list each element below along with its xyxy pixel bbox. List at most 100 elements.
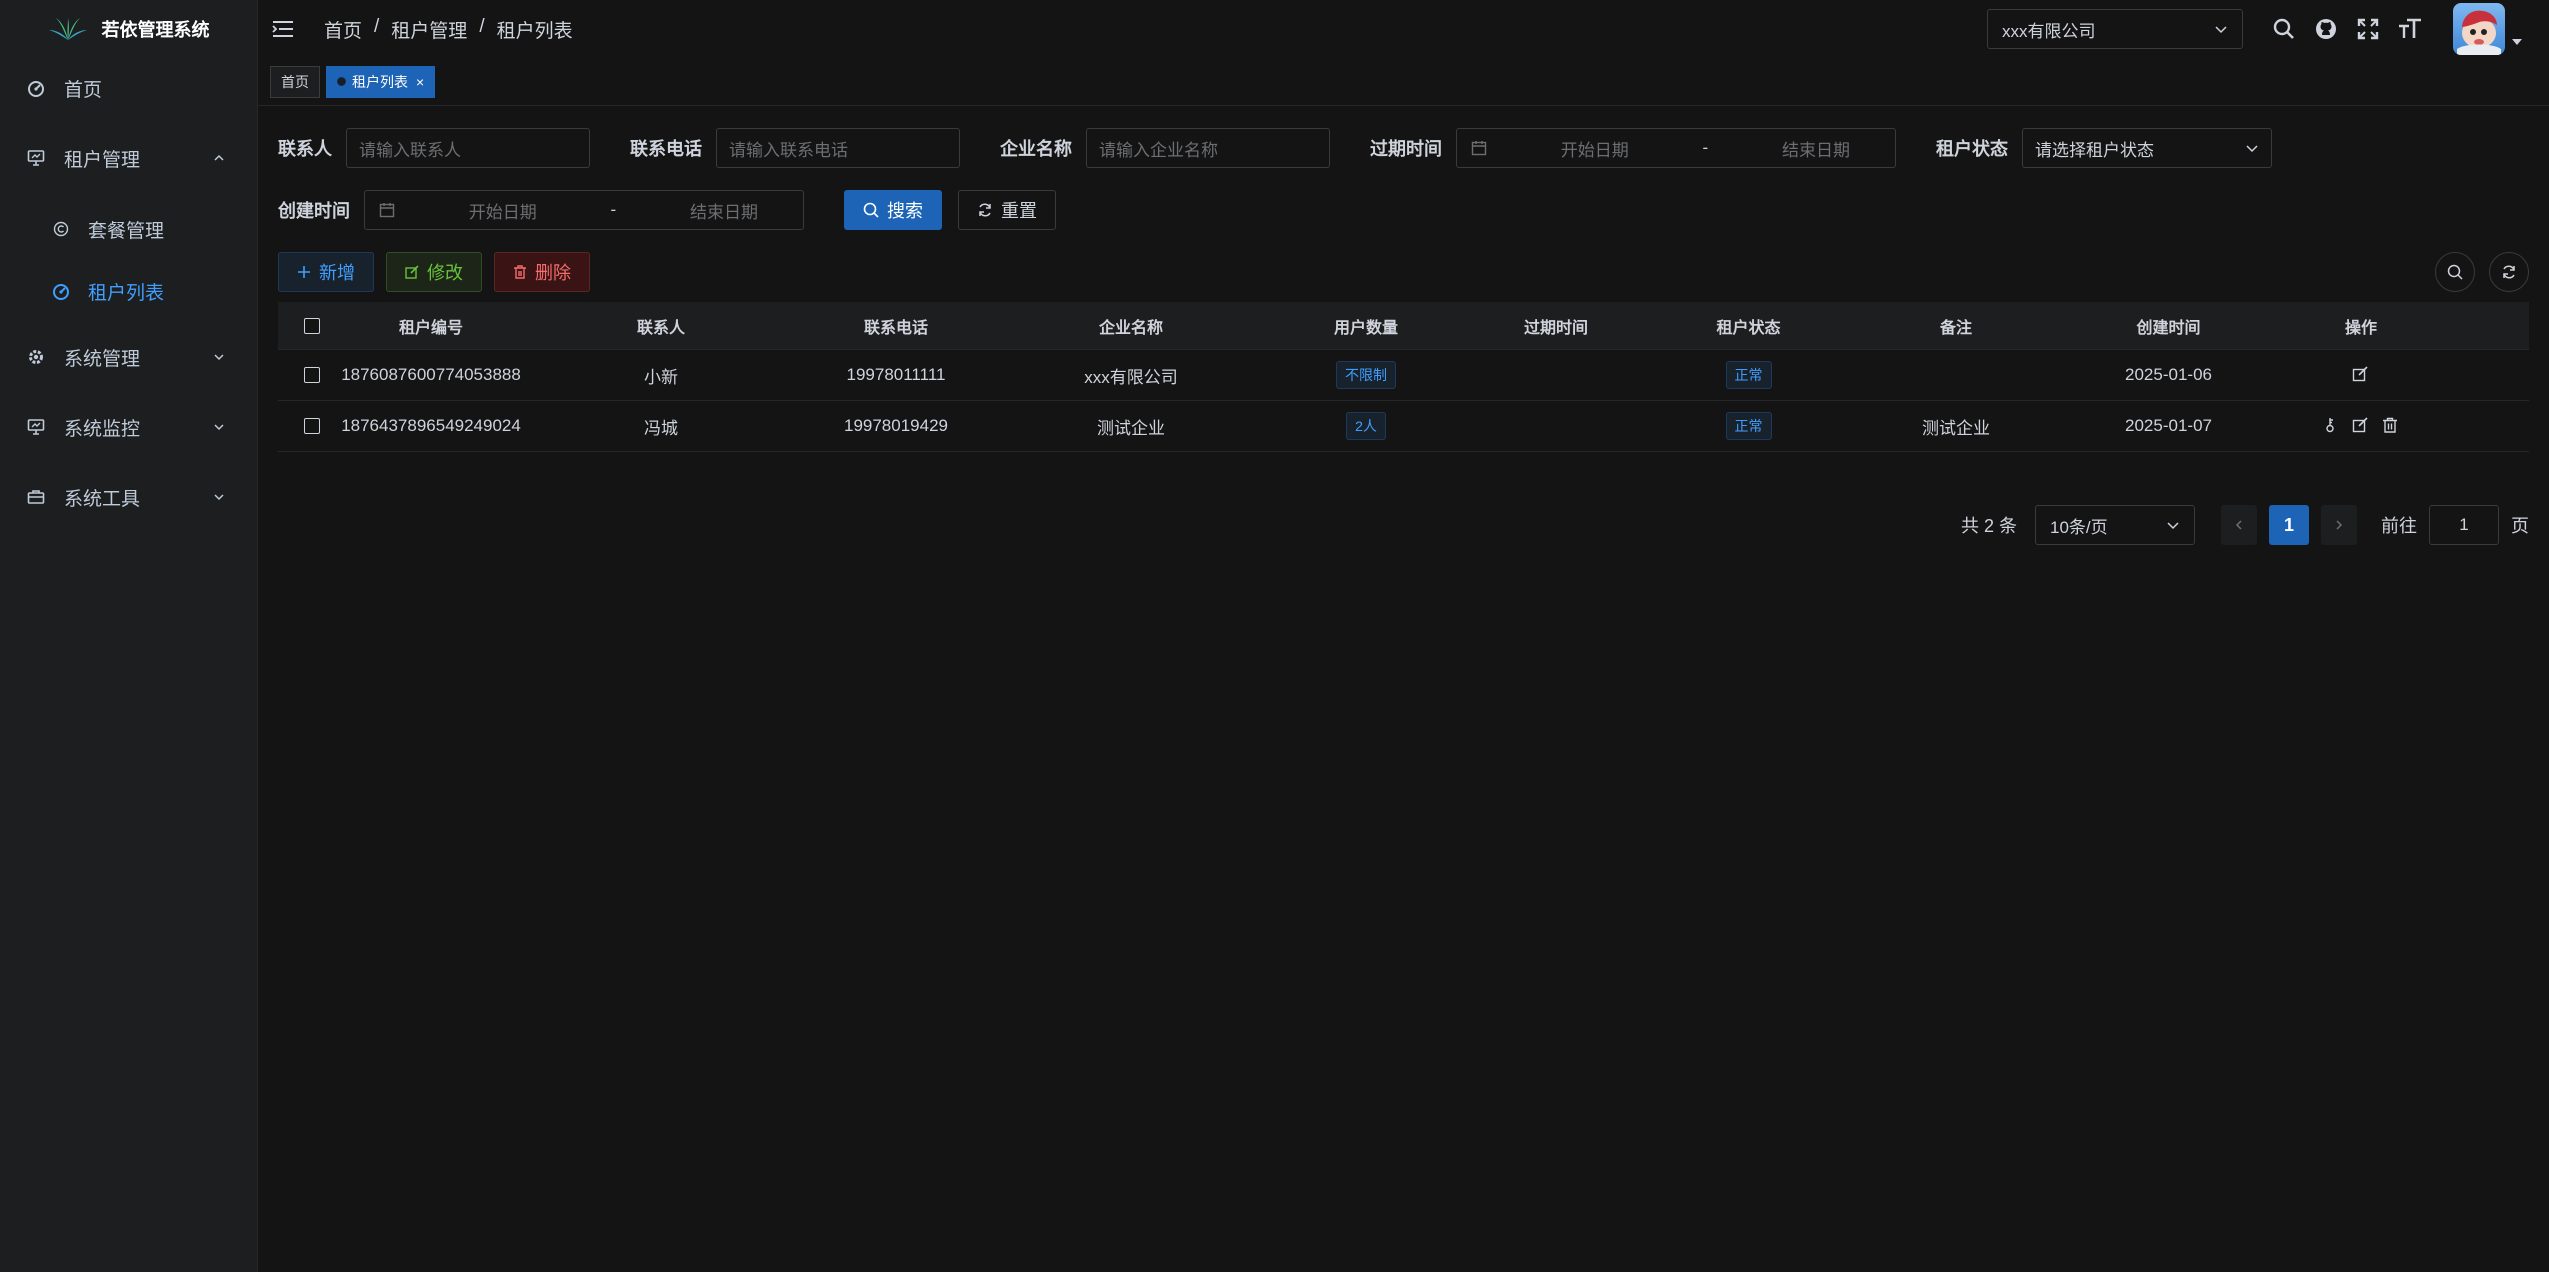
sidebar-item-label: 套餐管理 (88, 220, 165, 242)
table-row[interactable]: 1876087600774053888 小新 19978011111 xxx有限… (278, 350, 2529, 401)
edit-icon[interactable] (2352, 366, 2370, 384)
select-all-checkbox[interactable] (304, 317, 320, 334)
sidebar: 若依管理系统 首页 租户管理 套餐管理 租户列表 系统管理 系统监控 系统工具 (0, 0, 258, 1272)
prev-page-button[interactable] (2221, 505, 2257, 545)
tag-label: 首页 (281, 73, 309, 90)
range-separator: - (610, 200, 617, 219)
expire-cell (1456, 350, 1656, 400)
row-checkbox[interactable] (304, 418, 320, 434)
main-content: 联系人 请输入联系人 联系电话 请输入联系电话 企业名称 请输入企业名称 过期时… (258, 106, 2549, 1272)
key-icon[interactable] (2322, 417, 2340, 435)
reset-button[interactable]: 重置 (958, 190, 1056, 230)
contact-cell: 小新 (644, 367, 678, 387)
chevron-down-icon (214, 424, 224, 431)
column-header: 过期时间 (1523, 319, 1588, 337)
gear-icon (26, 347, 46, 367)
search-button[interactable]: 搜索 (844, 190, 942, 230)
github-icon[interactable] (2313, 16, 2339, 42)
expire-start-placeholder: 开始日期 (1560, 140, 1629, 160)
toolbar: 新增 修改 删除 (278, 252, 590, 292)
hamburger-icon[interactable] (272, 20, 294, 38)
trash-icon[interactable] (2382, 417, 2400, 435)
tenant-select[interactable]: xxx有限公司 (1987, 9, 2243, 49)
avatar-image (2457, 10, 2501, 55)
contact-input[interactable]: 请输入联系人 (346, 128, 590, 168)
column-header: 操作 (2344, 319, 2377, 337)
delete-button-label: 删除 (535, 263, 571, 283)
tag-home[interactable]: 首页 (270, 65, 320, 98)
sidebar-item-packages[interactable]: 套餐管理 (0, 198, 257, 260)
search-form-row-1: 联系人 请输入联系人 联系电话 请输入联系电话 企业名称 请输入企业名称 过期时… (278, 128, 2272, 168)
expire-end-placeholder: 结束日期 (1781, 140, 1850, 160)
logo[interactable]: 若依管理系统 (0, 0, 257, 58)
expire-date-range[interactable]: 开始日期 - 结束日期 (1456, 128, 1896, 168)
sidebar-item-tenant-list[interactable]: 租户列表 (0, 260, 257, 322)
range-separator: - (1702, 138, 1709, 157)
users-cell: 2人 (1276, 401, 1456, 451)
sidebar-item-system[interactable]: 系统管理 (0, 322, 257, 392)
table-header: 租户编号 联系人 联系电话 企业名称 用户数量 过期时间 租户状态 备注 创建时… (278, 302, 2529, 350)
refresh-icon (979, 203, 991, 217)
breadcrumb: 首页 / 租户管理 / 租户列表 (324, 16, 573, 43)
expire-label: 过期时间 (1370, 139, 1442, 159)
company-cell: xxx有限公司 (1084, 367, 1178, 387)
tenant-id-cell: 1876087600774053888 (341, 365, 521, 384)
created-end-placeholder: 结束日期 (689, 202, 758, 222)
company-input-placeholder: 请输入企业名称 (1099, 140, 1218, 160)
search-icon (863, 202, 879, 218)
tenant-id-cell: 1876437896549249024 (341, 416, 521, 435)
breadcrumb-item[interactable]: 租户管理 (391, 16, 467, 43)
toggle-search-button[interactable] (2435, 252, 2475, 292)
table-row[interactable]: 1876437896549249024 冯城 19978019429 测试企业 … (278, 401, 2529, 452)
goto-page-input[interactable]: 1 (2429, 505, 2499, 545)
status-select-placeholder: 请选择租户状态 (2035, 140, 2154, 160)
chevron-down-icon (2215, 26, 2227, 34)
chevron-down-icon (214, 494, 224, 501)
users-badge: 2人 (1346, 412, 1386, 440)
company-cell: 测试企业 (1097, 418, 1165, 438)
sidebar-item-tenant[interactable]: 租户管理 (0, 118, 257, 198)
column-header: 创建时间 (2136, 319, 2201, 337)
sidebar-item-tools[interactable]: 系统工具 (0, 462, 257, 532)
avatar[interactable] (2453, 3, 2505, 55)
sidebar-item-monitor[interactable]: 系统监控 (0, 392, 257, 462)
edit-icon[interactable] (2352, 417, 2370, 435)
status-badge: 正常 (1725, 361, 1772, 389)
refresh-button[interactable] (2489, 252, 2529, 292)
sidebar-item-label: 租户管理 (64, 149, 141, 171)
breadcrumb-separator: / (374, 15, 380, 37)
company-input[interactable]: 请输入企业名称 (1086, 128, 1330, 168)
row-checkbox[interactable] (304, 367, 320, 383)
sidebar-item-label: 系统工具 (64, 488, 141, 510)
remark-cell: 测试企业 (1922, 418, 1990, 438)
trash-icon (514, 265, 526, 279)
edit-button-label: 修改 (427, 263, 463, 283)
caret-down-icon[interactable] (2511, 36, 2523, 48)
add-button[interactable]: 新增 (278, 252, 374, 292)
page-size-value: 10条/页 (2050, 517, 2108, 537)
delete-button[interactable]: 删除 (494, 252, 590, 292)
search-icon[interactable] (2271, 16, 2297, 42)
created-cell: 2025-01-06 (2125, 365, 2212, 384)
row-select-cell (278, 350, 346, 400)
chevron-right-icon (2336, 520, 2343, 530)
chevron-left-icon (2235, 520, 2242, 530)
close-icon[interactable]: × (416, 74, 424, 90)
status-badge: 正常 (1725, 412, 1772, 440)
next-page-button[interactable] (2321, 505, 2357, 545)
created-date-range[interactable]: 开始日期 - 结束日期 (364, 190, 804, 230)
edit-button[interactable]: 修改 (386, 252, 482, 292)
sidebar-item-home[interactable]: 首页 (0, 58, 257, 118)
tag-tenant-list[interactable]: 租户列表 × (326, 65, 436, 98)
page-number-button[interactable]: 1 (2269, 505, 2309, 545)
fullscreen-icon[interactable] (2355, 16, 2381, 42)
phone-input[interactable]: 请输入联系电话 (716, 128, 960, 168)
breadcrumb-item[interactable]: 首页 (324, 16, 362, 43)
phone-cell: 19978019429 (843, 416, 948, 435)
font-size-icon[interactable] (2397, 16, 2423, 42)
table-tools (2435, 252, 2529, 292)
app-title: 若依管理系统 (101, 20, 210, 40)
page-size-select[interactable]: 10条/页 (2035, 505, 2195, 545)
status-select[interactable]: 请选择租户状态 (2022, 128, 2272, 168)
column-header: 企业名称 (1098, 319, 1163, 337)
